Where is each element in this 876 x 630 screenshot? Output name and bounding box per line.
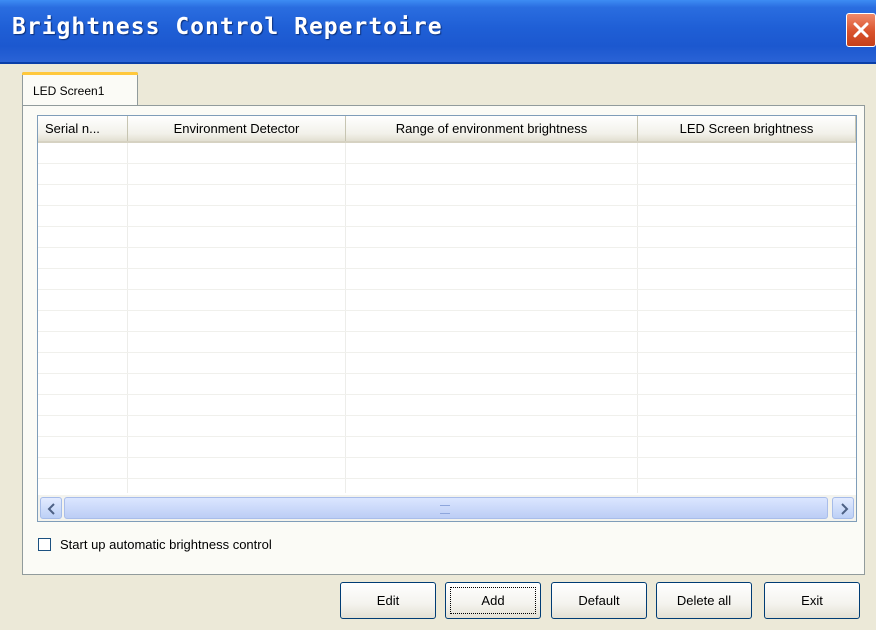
table-body[interactable] xyxy=(38,143,856,493)
scroll-left-button[interactable] xyxy=(40,497,62,519)
row-divider xyxy=(38,268,856,269)
auto-brightness-checkbox[interactable] xyxy=(38,538,51,551)
column-divider xyxy=(127,143,128,493)
column-header-serial-number[interactable]: Serial n... xyxy=(38,116,128,141)
column-header-environment-detector[interactable]: Environment Detector xyxy=(128,116,346,141)
column-divider xyxy=(637,143,638,493)
exit-button[interactable]: Exit xyxy=(764,582,860,619)
row-divider xyxy=(38,184,856,185)
title-bar[interactable]: Brightness Control Repertoire xyxy=(0,0,876,64)
delete-all-button[interactable]: Delete all xyxy=(656,582,752,619)
column-header-led-screen-brightness[interactable]: LED Screen brightness xyxy=(638,116,856,141)
row-divider xyxy=(38,331,856,332)
chevron-left-icon xyxy=(47,503,55,515)
tab-label: LED Screen1 xyxy=(33,84,105,98)
row-divider xyxy=(38,205,856,206)
row-divider xyxy=(38,436,856,437)
default-button[interactable]: Default xyxy=(551,582,647,619)
row-divider xyxy=(38,352,856,353)
brightness-table[interactable]: Serial n... Environment Detector Range o… xyxy=(37,115,857,522)
column-divider xyxy=(345,143,346,493)
row-divider xyxy=(38,394,856,395)
horizontal-scrollbar[interactable] xyxy=(38,495,856,521)
close-icon xyxy=(853,22,869,38)
row-divider xyxy=(38,415,856,416)
row-divider xyxy=(38,226,856,227)
chevron-right-icon xyxy=(841,503,849,515)
window-title: Brightness Control Repertoire xyxy=(12,14,443,40)
scrollbar-grip xyxy=(440,505,450,514)
dialog-window: Brightness Control Repertoire LED Screen… xyxy=(0,0,876,630)
column-header-environment-brightness-range[interactable]: Range of environment brightness xyxy=(346,116,638,141)
row-divider xyxy=(38,478,856,479)
tab-led-screen1[interactable]: LED Screen1 xyxy=(22,72,138,106)
close-button[interactable] xyxy=(846,13,876,47)
row-divider xyxy=(38,289,856,290)
add-button-label: Add xyxy=(481,593,505,608)
row-divider xyxy=(38,373,856,374)
add-button[interactable]: Add xyxy=(445,582,541,619)
row-divider xyxy=(38,457,856,458)
row-divider xyxy=(38,163,856,164)
scrollbar-thumb[interactable] xyxy=(64,497,828,519)
row-divider xyxy=(38,247,856,248)
edit-button[interactable]: Edit xyxy=(340,582,436,619)
scroll-right-button[interactable] xyxy=(832,497,854,519)
table-header: Serial n... Environment Detector Range o… xyxy=(38,116,856,143)
row-divider xyxy=(38,310,856,311)
auto-brightness-label[interactable]: Start up automatic brightness control xyxy=(60,537,272,552)
